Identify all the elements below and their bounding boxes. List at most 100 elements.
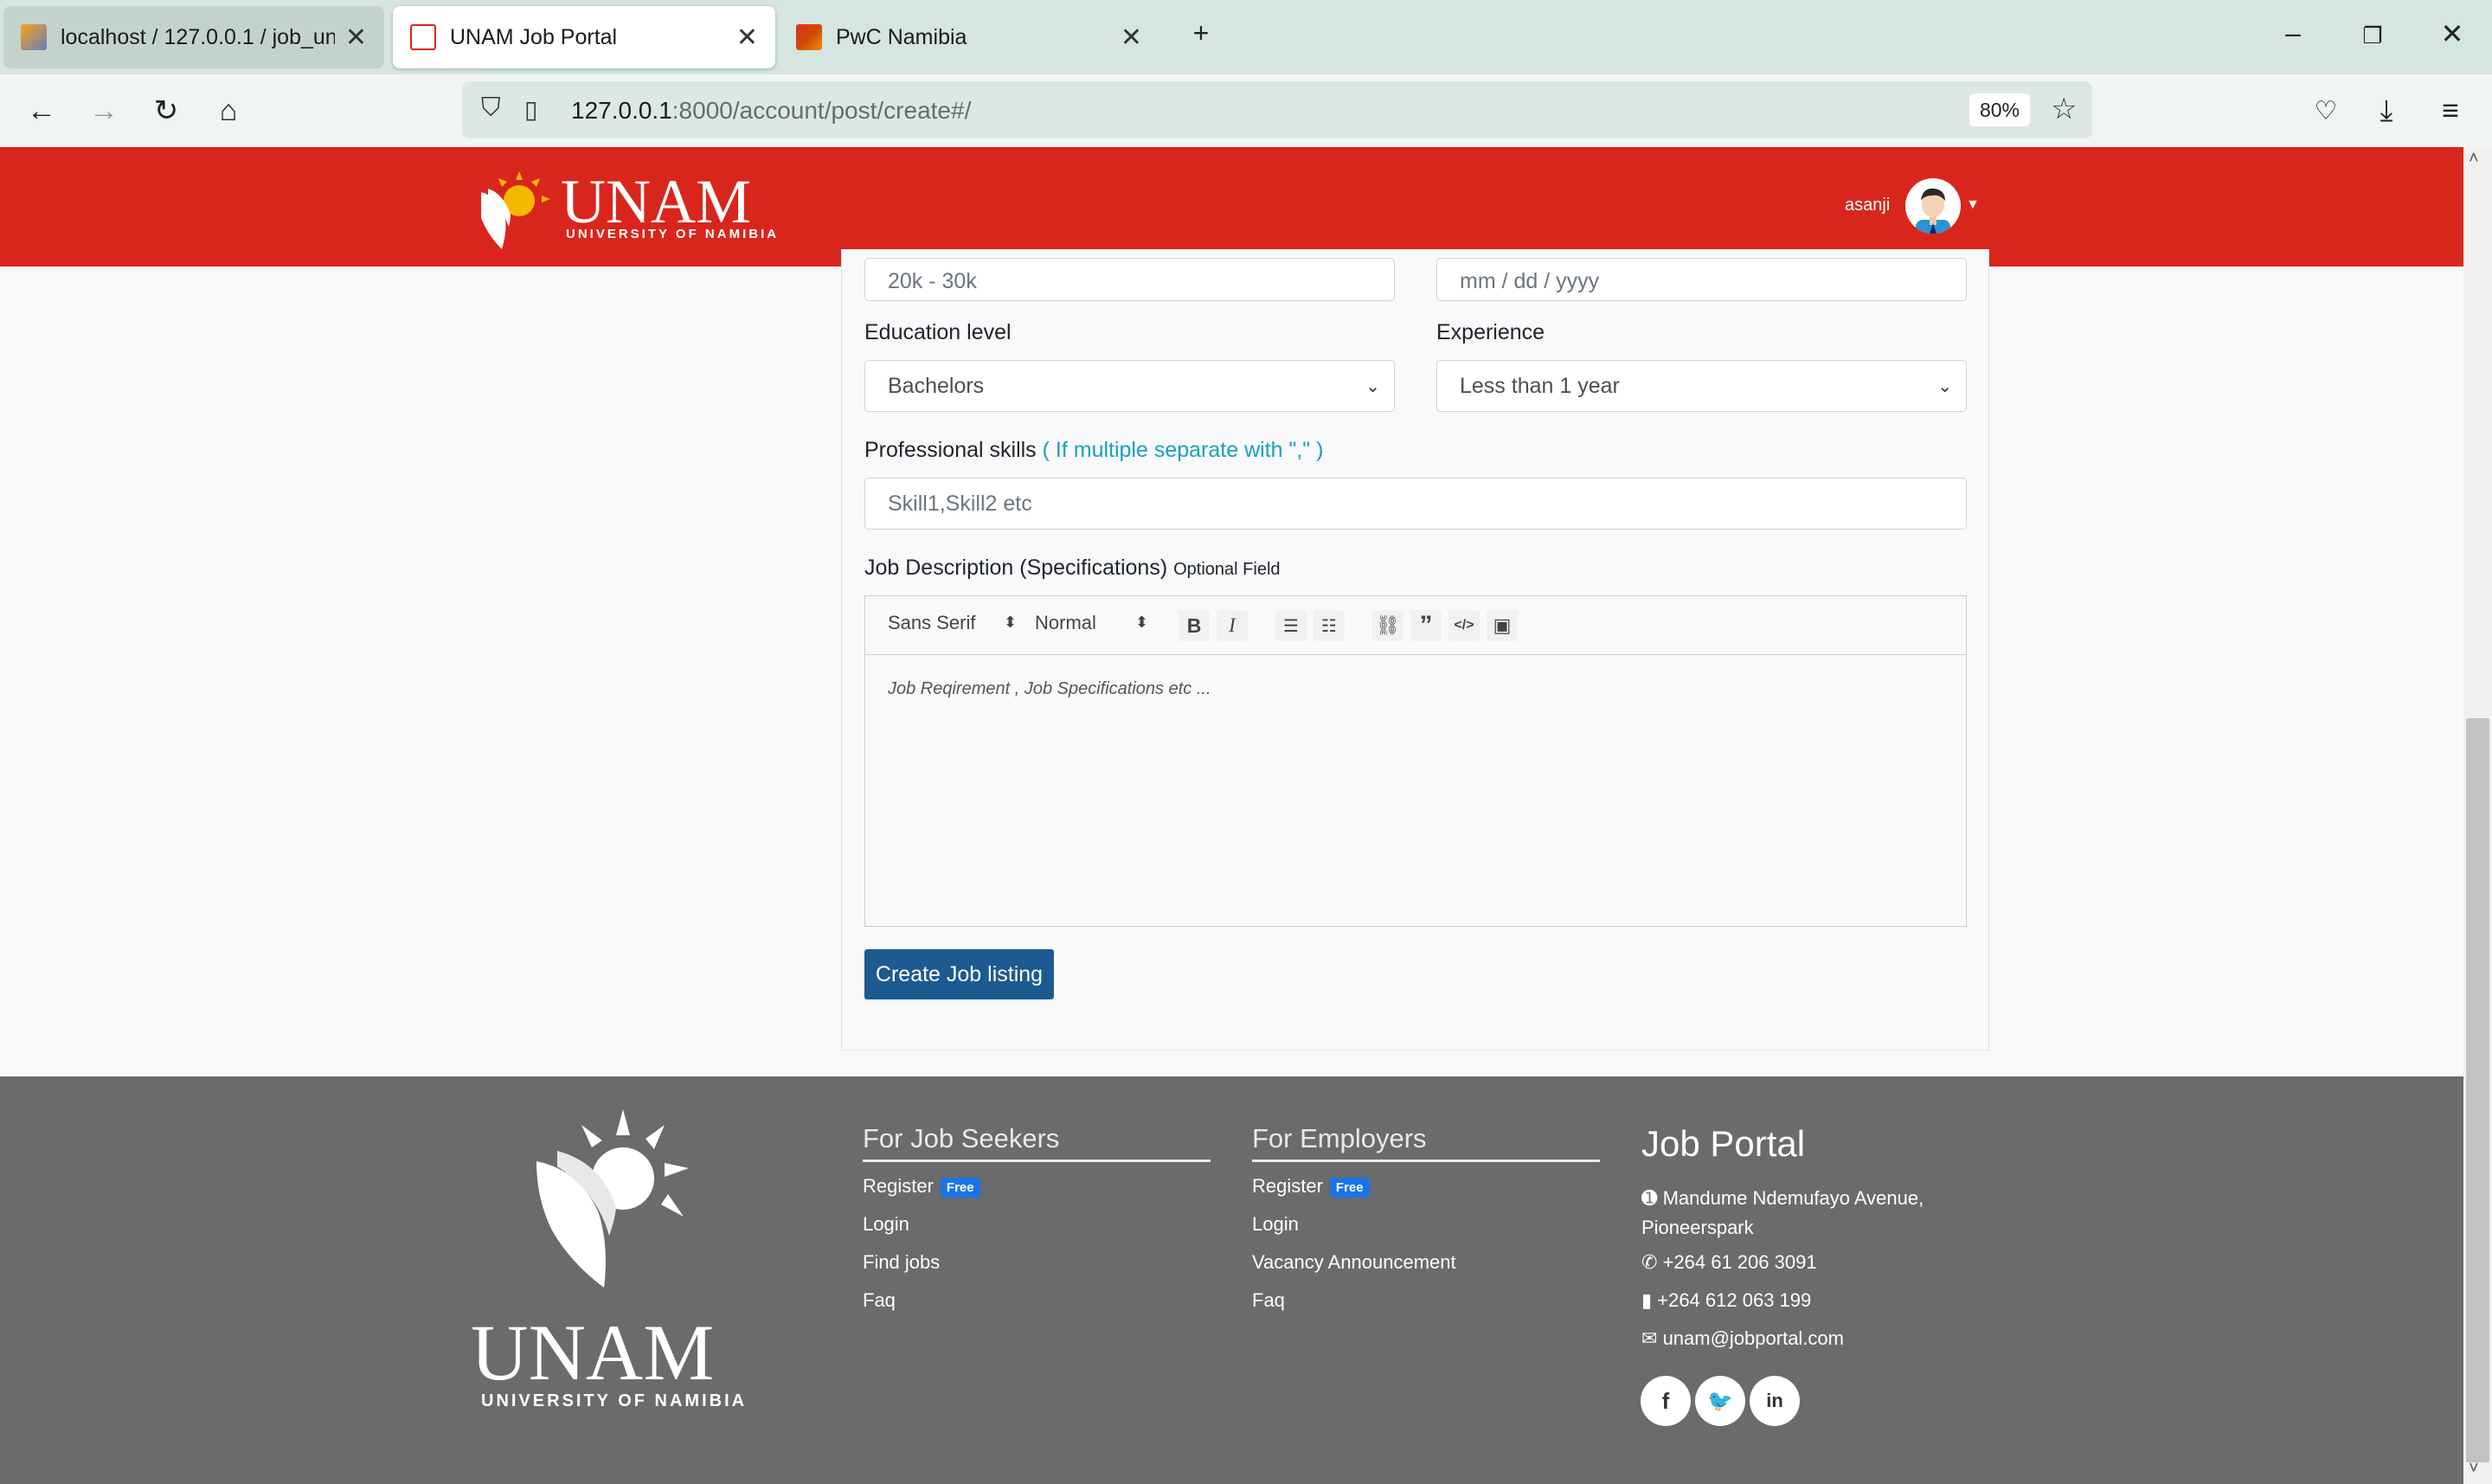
ordered-list-icon[interactable]: ☰	[1275, 610, 1307, 641]
skills-placeholder: Skill1,Skill2 etc	[888, 491, 1032, 516]
envelope-icon: ✉	[1641, 1327, 1658, 1349]
professional-skills-input[interactable]: Skill1,Skill2 etc	[864, 478, 1967, 530]
blockquote-icon[interactable]: ”	[1410, 610, 1442, 641]
salary-input[interactable]: 20k - 30k	[864, 258, 1395, 301]
employers-faq-link[interactable]: Faq	[1252, 1289, 1285, 1312]
header-logo-subtitle: UNIVERSITY OF NAMIBIA	[566, 227, 780, 241]
tab-title: PwC Namibia	[836, 24, 967, 49]
link-icon[interactable]: ⛓	[1372, 610, 1403, 641]
avatar[interactable]	[1905, 178, 1961, 234]
scroll-down-arrow-icon[interactable]: ˅	[2469, 1459, 2479, 1479]
address-block: ➊ Mandume Ndemufayo Avenue, Pioneerspark	[1641, 1184, 1924, 1243]
url-text[interactable]: 127.0.0.1:8000/account/post/create#/	[571, 97, 971, 125]
pocket-icon[interactable]: ♡	[2307, 92, 2345, 130]
job-seekers-heading: For Job Seekers	[863, 1123, 1060, 1153]
seekers-faq-link[interactable]: Faq	[863, 1289, 896, 1312]
compass-icon: ➊	[1641, 1187, 1658, 1209]
chevron-down-icon: ⌄	[1937, 376, 1952, 396]
date-placeholder: mm / dd / yyyy	[1460, 268, 1600, 293]
email-address: unam@jobportal.com	[1662, 1327, 1844, 1349]
browser-tab-strip: localhost / 127.0.0.1 / job_unam ✕ UNAM …	[0, 0, 2492, 74]
editor-placeholder[interactable]: Job Reqirement , Job Specifications etc …	[888, 679, 1211, 699]
italic-icon[interactable]: I	[1217, 610, 1248, 641]
back-arrow-icon[interactable]: ←	[22, 92, 61, 130]
experience-value: Less than 1 year	[1460, 373, 1620, 398]
user-menu-caret-icon[interactable]: ▼	[1966, 197, 1980, 213]
education-level-label: Education level	[864, 320, 1012, 344]
email-line[interactable]: ✉ unam@jobportal.com	[1641, 1327, 1844, 1350]
facebook-icon[interactable]: f	[1641, 1376, 1691, 1426]
optional-field-note: Optional Field	[1173, 560, 1281, 579]
skills-label-text: Professional skills	[864, 438, 1037, 462]
reload-icon[interactable]: ↻	[147, 92, 185, 130]
font-family-value: Sans Serif	[888, 612, 976, 633]
minimize-window-icon[interactable]: –	[2276, 17, 2310, 49]
font-size-picker[interactable]: Normal	[1035, 612, 1096, 634]
bold-icon[interactable]: B	[1179, 610, 1210, 641]
menu-hamburger-icon[interactable]: ≡	[2431, 92, 2470, 130]
phpmyadmin-favicon-icon	[21, 24, 47, 50]
close-tab-icon[interactable]: ✕	[1121, 22, 1142, 53]
size-picker-arrows-icon: ⬍	[1135, 614, 1149, 631]
mobile-line: ▮ +264 612 063 199	[1641, 1289, 1811, 1312]
home-icon[interactable]: ⌂	[209, 92, 247, 130]
heading-underline	[863, 1160, 1211, 1162]
font-size-value: Normal	[1035, 612, 1096, 633]
unam-logo-emblem-icon[interactable]	[471, 166, 557, 253]
url-path: :8000/account/post/create#/	[671, 97, 972, 124]
bullet-list-icon[interactable]: ☷	[1313, 610, 1345, 641]
scrollbar-thumb[interactable]	[2466, 718, 2489, 1462]
font-family-picker[interactable]: Sans Serif	[888, 612, 976, 634]
close-window-icon[interactable]: ✕	[2435, 17, 2470, 50]
employers-login-link[interactable]: Login	[1252, 1213, 1299, 1236]
bookmark-star-icon[interactable]: ☆	[2051, 92, 2077, 126]
tab-unam-job-portal[interactable]: UNAM Job Portal ✕	[393, 6, 775, 68]
tab-phpmyadmin[interactable]: localhost / 127.0.0.1 / job_unam ✕	[3, 6, 384, 68]
url-host: 127.0.0.1	[571, 97, 672, 124]
unam-footer-emblem-icon	[519, 1109, 701, 1291]
address-bar[interactable]: ⛉ ▯ 127.0.0.1:8000/account/post/create#/…	[462, 81, 2092, 138]
pwc-favicon-icon	[796, 24, 822, 50]
find-jobs-link[interactable]: Find jobs	[863, 1251, 940, 1274]
deadline-date-input[interactable]: mm / dd / yyyy	[1436, 258, 1967, 301]
mobile-icon: ▮	[1641, 1289, 1653, 1311]
address-line-2: Pioneerspark	[1641, 1217, 1754, 1238]
linkedin-icon[interactable]: in	[1750, 1376, 1800, 1426]
employers-register-link[interactable]: Register Free	[1252, 1175, 1370, 1198]
experience-select[interactable]: Less than 1 year ⌄	[1436, 360, 1967, 412]
education-level-value: Bachelors	[888, 373, 985, 398]
free-badge: Free	[1329, 1177, 1370, 1198]
download-icon[interactable]: ⤓	[2367, 92, 2405, 130]
tab-pwc-namibia[interactable]: PwC Namibia ✕	[779, 6, 1159, 68]
tab-title: UNAM Job Portal	[450, 24, 618, 49]
seekers-register-link[interactable]: Register Free	[863, 1175, 980, 1198]
scroll-up-arrow-icon[interactable]: ˄	[2469, 149, 2479, 169]
experience-label: Experience	[1436, 320, 1545, 344]
code-block-icon[interactable]: </>	[1448, 610, 1480, 641]
link-text: Register	[863, 1175, 934, 1197]
close-tab-icon[interactable]: ✕	[345, 22, 367, 53]
education-level-select[interactable]: Bachelors ⌄	[864, 360, 1395, 412]
image-icon[interactable]: ▣	[1487, 610, 1518, 641]
seekers-login-link[interactable]: Login	[863, 1213, 909, 1236]
create-job-listing-button[interactable]: Create Job listing	[864, 949, 1054, 999]
phone-number: +264 61 206 3091	[1662, 1251, 1817, 1273]
forward-arrow-icon[interactable]: →	[85, 92, 123, 130]
twitter-icon[interactable]: 🐦	[1695, 1376, 1745, 1426]
heading-underline	[1252, 1160, 1600, 1162]
footer-logo-subtitle: UNIVERSITY OF NAMIBIA	[481, 1391, 748, 1410]
vacancy-announcement-link[interactable]: Vacancy Announcement	[1252, 1251, 1456, 1274]
font-picker-arrows-icon: ⬍	[1004, 614, 1018, 631]
editor-toolbar: Sans Serif ⬍ Normal ⬍ B I ☰ ☷ ⛓ ” </> ▣	[865, 596, 1966, 655]
salary-value: 20k - 30k	[888, 268, 977, 293]
browser-navigation-bar: ← → ↻ ⌂ ⛉ ▯ 127.0.0.1:8000/account/post/…	[0, 74, 2492, 147]
shield-icon[interactable]: ⛉	[481, 93, 501, 123]
username-label[interactable]: asanji	[1845, 196, 1890, 215]
page-info-icon[interactable]: ▯	[524, 95, 537, 124]
restore-window-icon[interactable]: ❐	[2355, 22, 2390, 49]
close-tab-icon[interactable]: ✕	[736, 22, 758, 53]
new-tab-icon[interactable]: +	[1184, 17, 1218, 49]
skills-hint: ( If multiple separate with "," )	[1042, 438, 1324, 462]
zoom-level-indicator[interactable]: 80%	[1969, 93, 2030, 126]
free-badge: Free	[940, 1177, 980, 1198]
